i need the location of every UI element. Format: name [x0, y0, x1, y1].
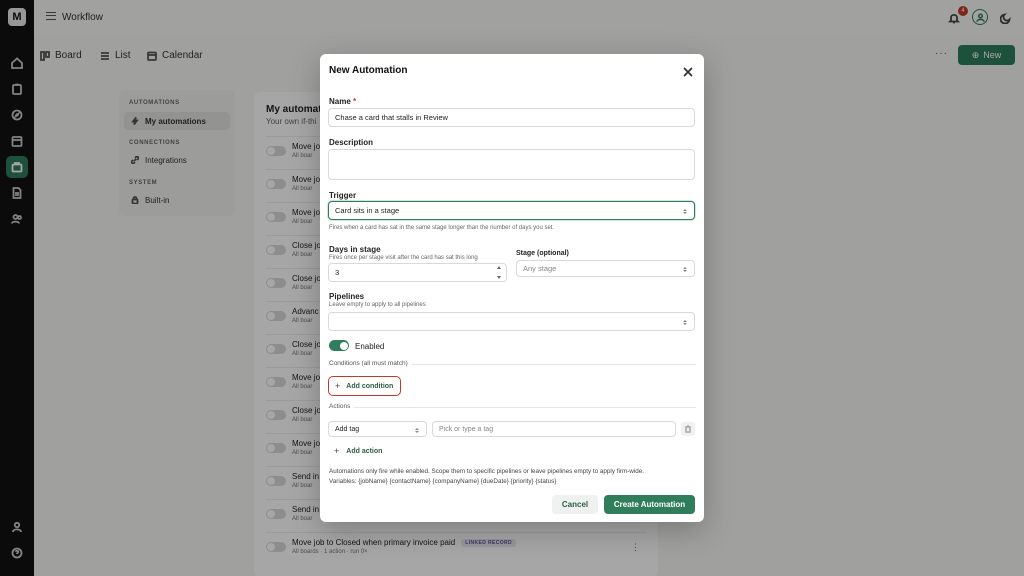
trigger-select[interactable]: Card sits in a stage: [328, 201, 695, 220]
stage-select-value: Any stage: [523, 264, 557, 273]
trash-icon: [685, 425, 691, 433]
close-icon: [683, 67, 693, 77]
description-textarea[interactable]: [328, 149, 695, 180]
add-action-button[interactable]: + Add action: [334, 446, 382, 456]
name-label-text: Name: [329, 97, 351, 106]
trigger-label: Trigger: [329, 191, 357, 200]
trigger-select-value: Card sits in a stage: [335, 206, 400, 215]
pipelines-label: Pipelines: [329, 292, 365, 301]
select-chevron-icon: [682, 264, 688, 274]
footnote-variables: Variables: {jobName} {contactName} {comp…: [329, 478, 557, 485]
select-chevron-icon: [682, 317, 688, 327]
dialog-title: New Automation: [329, 65, 408, 76]
action-type-select[interactable]: Add tag: [328, 421, 427, 437]
description-label: Description: [329, 138, 374, 147]
name-label: Name *: [329, 97, 356, 106]
plus-icon: +: [334, 446, 340, 456]
footnote-line-1: Automations only fire while enabled. Sco…: [329, 468, 645, 475]
days-in-stage-label: Days in stage: [329, 245, 381, 254]
pipelines-select[interactable]: [328, 312, 695, 331]
create-automation-button[interactable]: Create Automation: [604, 495, 695, 514]
add-condition-label: Add condition: [346, 382, 394, 390]
delete-action-button[interactable]: [681, 422, 695, 436]
select-chevron-icon: [682, 206, 688, 216]
tag-input[interactable]: Pick or type a tag: [432, 421, 676, 437]
conditions-caption: Conditions (all must match): [329, 360, 412, 367]
footnote: Automations only fire while enabled. Sco…: [329, 467, 699, 487]
add-condition-button[interactable]: + Add condition: [328, 376, 401, 396]
stage-label: Stage (optional): [516, 250, 569, 257]
days-in-stage-input[interactable]: 3: [328, 263, 507, 282]
cancel-button[interactable]: Cancel: [552, 495, 598, 514]
new-automation-dialog: New Automation Name * Chase a card that …: [320, 54, 704, 522]
enabled-label: Enabled: [355, 342, 385, 351]
required-marker: *: [353, 97, 357, 106]
name-input[interactable]: Chase a card that stalls in Review: [328, 108, 695, 127]
days-in-stage-value: 3: [335, 268, 340, 277]
plus-icon: +: [335, 381, 341, 391]
number-stepper[interactable]: [497, 266, 503, 279]
close-button[interactable]: [683, 64, 695, 77]
add-action-label: Add action: [346, 447, 383, 455]
action-type-value: Add tag: [335, 425, 360, 433]
trigger-hint: Fires when a card has sat in the same st…: [329, 225, 555, 231]
stage-select[interactable]: Any stage: [516, 260, 695, 277]
select-chevron-icon: [414, 425, 420, 435]
divider: [328, 407, 696, 408]
pipelines-hint: Leave empty to apply to all pipelines: [329, 302, 426, 308]
actions-caption: Actions: [329, 403, 355, 410]
days-in-stage-hint: Fires once per stage visit after the car…: [329, 255, 478, 261]
enabled-toggle[interactable]: [329, 340, 349, 351]
